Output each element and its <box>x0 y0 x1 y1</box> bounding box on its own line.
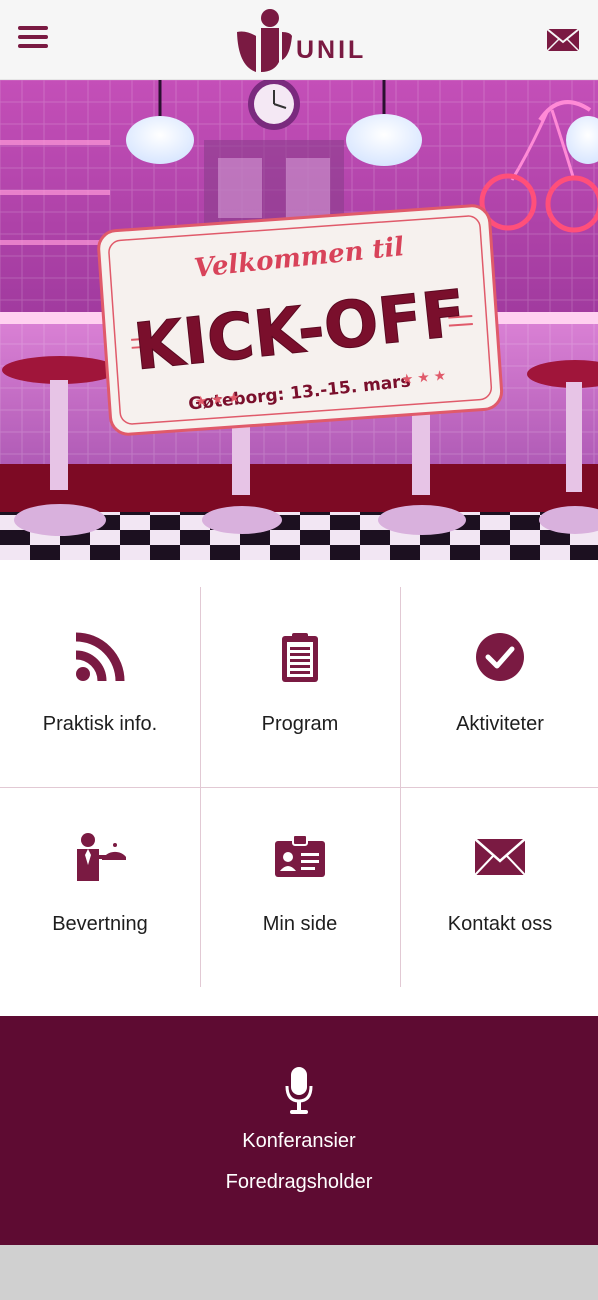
tile-praktisk-info[interactable]: Praktisk info. <box>0 587 200 787</box>
tile-label: Program <box>261 713 339 735</box>
tile-aktiviteter[interactable]: Aktiviteter <box>400 587 598 787</box>
clipboard-icon <box>282 633 318 682</box>
tile-label: Kontakt oss <box>447 913 553 935</box>
microphone-icon <box>285 1067 313 1114</box>
hamburger-menu-icon[interactable] <box>18 26 48 52</box>
tile-label: Bevertning <box>52 913 148 935</box>
tile-label: Praktisk info. <box>42 713 158 735</box>
tile-label: Min side <box>262 913 338 935</box>
top-bar: UNIL <box>0 0 598 80</box>
bottom-strip <box>0 1245 598 1300</box>
speakers-section[interactable]: Konferansier Foredragsholder <box>0 1016 598 1245</box>
unil-logo[interactable]: UNIL <box>234 6 374 74</box>
tile-min-side[interactable]: Min side <box>200 787 400 987</box>
id-card-icon <box>275 834 325 877</box>
waiter-serving-icon <box>77 833 126 881</box>
tile-kontakt-oss[interactable]: Kontakt oss <box>400 787 598 987</box>
unil-logo-mark <box>237 9 292 72</box>
rss-feed-icon <box>75 632 125 682</box>
menu-grid: Praktisk info. Program Aktiviteter Bever… <box>0 587 598 987</box>
tile-program[interactable]: Program <box>200 587 400 787</box>
check-circle-icon <box>476 633 524 681</box>
envelope-icon[interactable] <box>546 28 580 52</box>
speakers-secondary-label: Foredragsholder <box>225 1171 373 1193</box>
tile-bevertning[interactable]: Bevertning <box>0 787 200 987</box>
speakers-primary-label: Konferansier <box>242 1130 356 1152</box>
hero-banner: Velkommen til KICK-OFF Gøteborg: 13.-15.… <box>0 80 598 560</box>
tile-label: Aktiviteter <box>456 713 544 735</box>
envelope-icon <box>474 838 526 876</box>
logo-text: UNIL <box>296 36 367 64</box>
